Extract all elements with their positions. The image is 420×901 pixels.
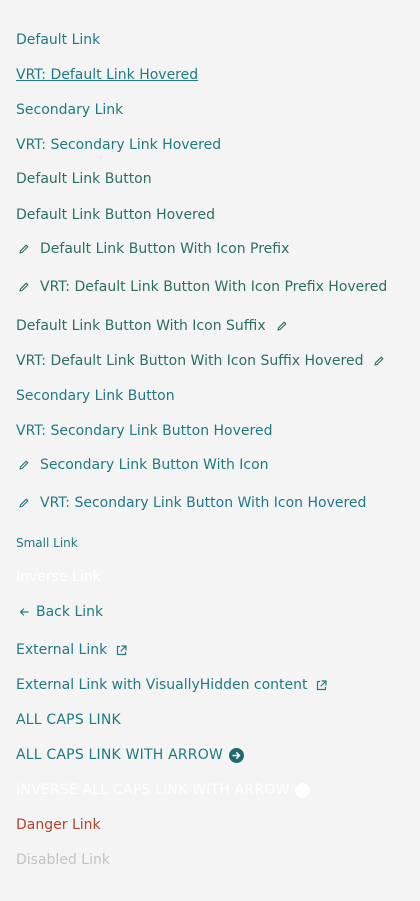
danger-link[interactable]: Danger Link (16, 816, 101, 834)
default-link-button-hovered-label: Default Link Button Hovered (16, 207, 216, 223)
external-link[interactable]: External Link (16, 641, 128, 659)
secondary-link[interactable]: Secondary Link (16, 101, 123, 119)
default-link-button-label: Default Link Button (16, 171, 152, 187)
all-caps-link-with-arrow-label: ALL CAPS LINK WITH ARROW (16, 747, 223, 763)
pencil-icon (17, 496, 31, 510)
arrow-circle-right-icon (295, 782, 311, 798)
external-link-icon (315, 678, 329, 692)
pencil-icon (17, 458, 31, 472)
external-link-visually-hidden-label: External Link with VisuallyHidden conten… (16, 677, 308, 693)
default-link-hovered-label: VRT: Default Link Hovered (16, 67, 199, 83)
all-caps-link-with-arrow[interactable]: ALL CAPS LINK WITH ARROW (16, 746, 244, 764)
default-link-button-icon-suffix-label: Default Link Button With Icon Suffix (16, 318, 266, 334)
secondary-link-button-hovered[interactable]: VRT: Secondary Link Button Hovered (16, 422, 272, 440)
small-link[interactable]: Small Link (16, 534, 78, 552)
default-link-button-icon-prefix-hovered[interactable]: VRT: Default Link Button With Icon Prefi… (16, 278, 387, 296)
secondary-link-button-icon-hovered-label: VRT: Secondary Link Button With Icon Hov… (40, 495, 367, 511)
inverse-all-caps-link-with-arrow-label: INVERSE ALL CAPS LINK WITH ARROW (16, 782, 290, 798)
default-link-label: Default Link (16, 32, 101, 48)
default-link-hovered[interactable]: VRT: Default Link Hovered (16, 66, 198, 84)
default-link-button-icon-prefix-hovered-label: VRT: Default Link Button With Icon Prefi… (40, 279, 388, 295)
inverse-all-caps-link-with-arrow[interactable]: INVERSE ALL CAPS LINK WITH ARROW (16, 781, 311, 799)
pencil-icon (372, 354, 386, 368)
default-link-button-icon-suffix[interactable]: Default Link Button With Icon Suffix (16, 317, 289, 335)
disabled-link-label: Disabled Link (16, 852, 110, 868)
inverse-link-label: Inverse Link (16, 569, 101, 585)
default-link-button-hovered[interactable]: Default Link Button Hovered (16, 206, 215, 224)
secondary-link-label: Secondary Link (16, 102, 124, 118)
external-link-label: External Link (16, 642, 108, 658)
default-link[interactable]: Default Link (16, 31, 100, 49)
all-caps-link[interactable]: ALL CAPS LINK (16, 711, 121, 729)
disabled-link: Disabled Link (16, 851, 110, 869)
default-link-button-icon-suffix-hovered-label: VRT: Default Link Button With Icon Suffi… (16, 353, 364, 369)
secondary-link-button-icon-hovered[interactable]: VRT: Secondary Link Button With Icon Hov… (16, 494, 366, 512)
small-link-label: Small Link (16, 536, 78, 550)
arrow-circle-right-icon (228, 747, 244, 763)
secondary-link-hovered-label: VRT: Secondary Link Hovered (16, 137, 222, 153)
default-link-button-icon-prefix-label: Default Link Button With Icon Prefix (40, 241, 290, 257)
back-link[interactable]: Back Link (16, 603, 103, 621)
external-link-icon (114, 643, 128, 657)
pencil-icon (17, 242, 31, 256)
pencil-icon (17, 280, 31, 294)
inverse-link[interactable]: Inverse Link (16, 568, 101, 586)
secondary-link-button-hovered-label: VRT: Secondary Link Button Hovered (16, 423, 273, 439)
secondary-link-button-icon[interactable]: Secondary Link Button With Icon (16, 456, 269, 474)
danger-link-label: Danger Link (16, 817, 101, 833)
pencil-icon (275, 319, 289, 333)
secondary-link-hovered[interactable]: VRT: Secondary Link Hovered (16, 136, 221, 154)
secondary-link-button-label: Secondary Link Button (16, 388, 175, 404)
default-link-button-icon-suffix-hovered[interactable]: VRT: Default Link Button With Icon Suffi… (16, 352, 386, 370)
external-link-visually-hidden[interactable]: External Link with VisuallyHidden conten… (16, 676, 329, 694)
default-link-button-icon-prefix[interactable]: Default Link Button With Icon Prefix (16, 240, 289, 258)
arrow-left-icon (17, 605, 31, 619)
back-link-label: Back Link (36, 604, 104, 620)
secondary-link-button[interactable]: Secondary Link Button (16, 387, 175, 405)
secondary-link-button-icon-label: Secondary Link Button With Icon (40, 457, 269, 473)
all-caps-link-label: ALL CAPS LINK (16, 712, 121, 728)
default-link-button[interactable]: Default Link Button (16, 171, 152, 187)
